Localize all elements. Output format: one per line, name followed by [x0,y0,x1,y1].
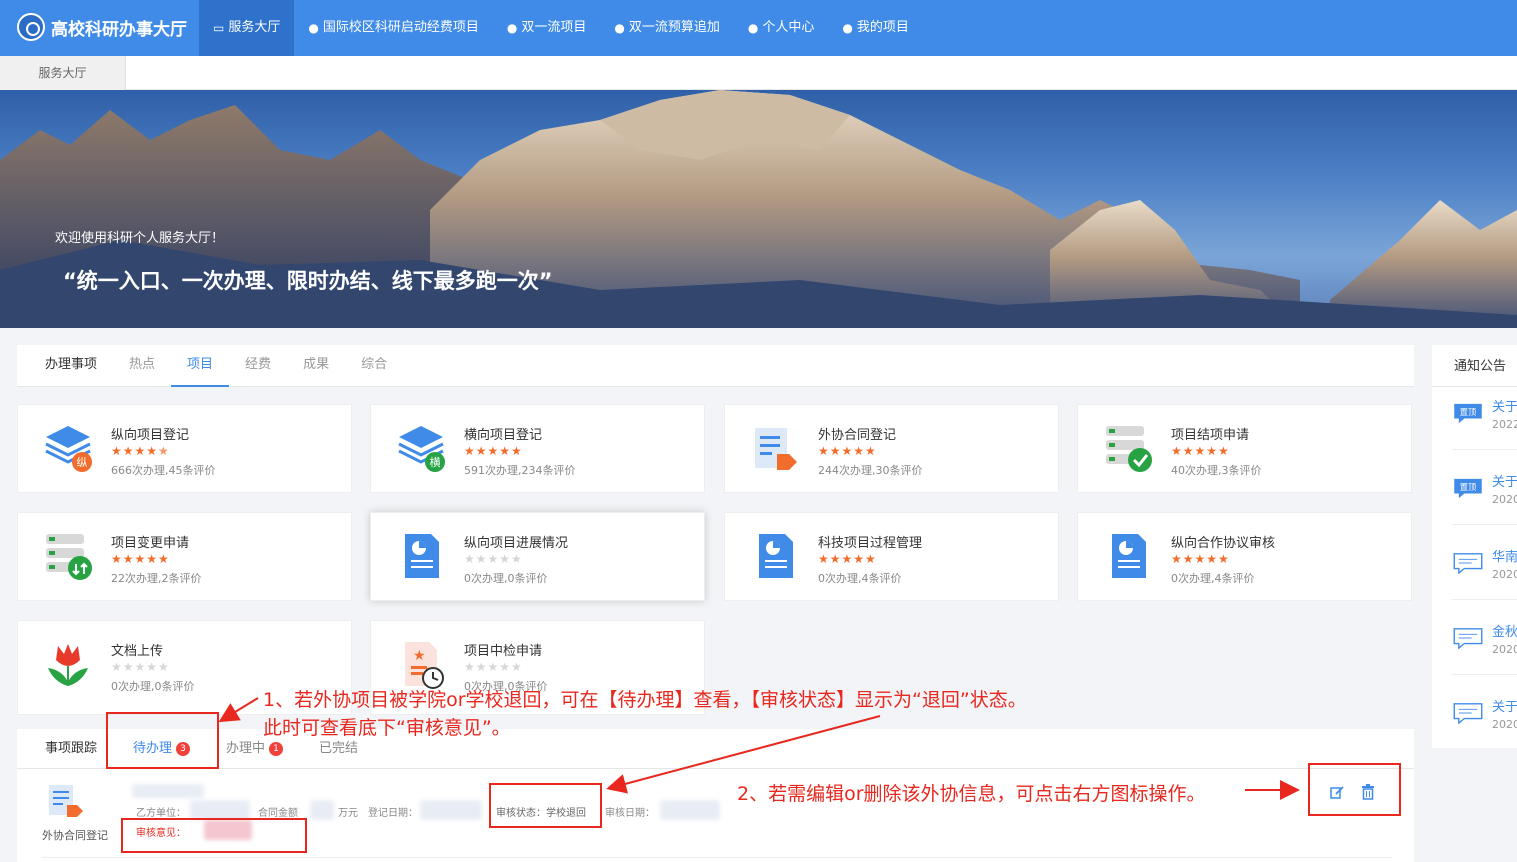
arrow-to-review-status [606,715,881,794]
arrow-to-pending-tab [218,697,259,723]
annotation-arrows [218,697,1300,800]
